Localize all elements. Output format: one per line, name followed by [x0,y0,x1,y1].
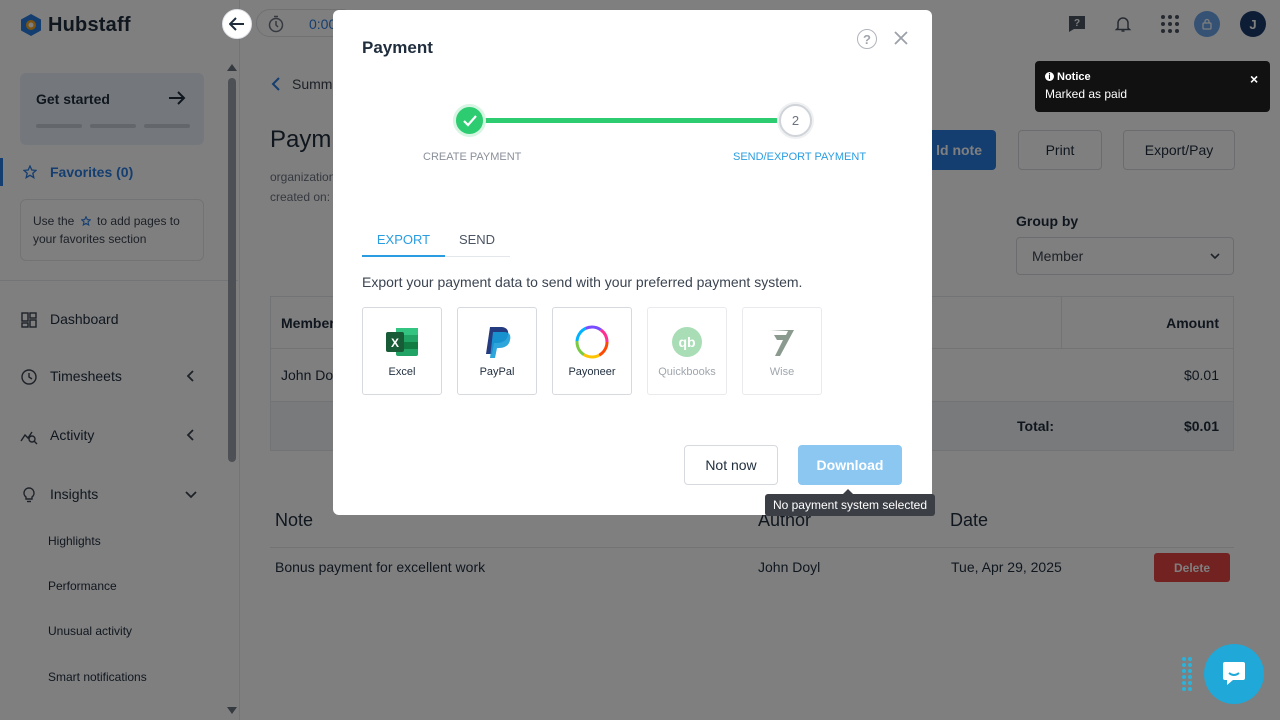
info-icon: i [1045,72,1054,81]
check-icon [462,114,477,127]
payment-system-wise[interactable]: Wise [742,307,822,395]
download-tooltip: No payment system selected [765,489,935,516]
quickbooks-icon: qb [668,324,706,360]
tab-send[interactable]: SEND [445,232,509,257]
payoneer-icon [573,324,611,360]
payment-system-paypal[interactable]: PayPal [457,307,537,395]
svg-text:X: X [391,336,399,350]
notice-toast: i Notice Marked as paid × [1035,61,1270,112]
close-icon[interactable] [893,30,909,46]
step-create-payment [453,104,486,137]
modal-title: Payment [362,38,433,57]
payment-system-name: PayPal [479,366,515,378]
not-now-button[interactable]: Not now [684,445,778,485]
tooltip-text: No payment system selected [772,498,928,512]
payment-system-excel[interactable]: X Excel [362,307,442,395]
download-button[interactable]: Download [798,445,902,485]
toast-title: Notice [1057,71,1091,83]
payment-system-quickbooks[interactable]: qb Quickbooks [647,307,727,395]
paypal-icon [478,324,516,360]
payment-system-name: Payoneer [568,366,616,378]
collapse-sidebar-button[interactable] [222,9,252,39]
chat-bubble-icon [1223,662,1245,685]
payment-system-name: Quickbooks [658,366,716,378]
export-send-tabs: EXPORT SEND [362,232,510,257]
toast-message: Marked as paid [1045,87,1128,101]
svg-text:qb: qb [678,334,695,350]
payment-system-name: Excel [388,366,416,378]
step-send-export: 2 [779,104,812,137]
payment-system-payoneer[interactable]: Payoneer [552,307,632,395]
payment-system-name: Wise [769,366,795,378]
payment-modal: Payment ? 2 CREATE PAYMENT SEND/EXPORT P… [333,10,932,515]
close-icon[interactable]: × [1250,71,1258,87]
excel-icon: X [383,324,421,360]
export-description: Export your payment data to send with yo… [362,274,803,290]
wise-icon [763,324,801,360]
tab-export[interactable]: EXPORT [362,232,445,257]
chat-drag-handle[interactable] [1182,657,1194,691]
step-label-create: CREATE PAYMENT [423,151,522,163]
step-label-send-export: SEND/EXPORT PAYMENT [733,151,867,163]
arrow-left-icon [229,17,244,31]
chat-launcher-button[interactable] [1204,644,1264,704]
tooltip-arrow [843,489,853,494]
stepper-progress [483,118,778,123]
help-icon[interactable]: ? [857,29,877,49]
